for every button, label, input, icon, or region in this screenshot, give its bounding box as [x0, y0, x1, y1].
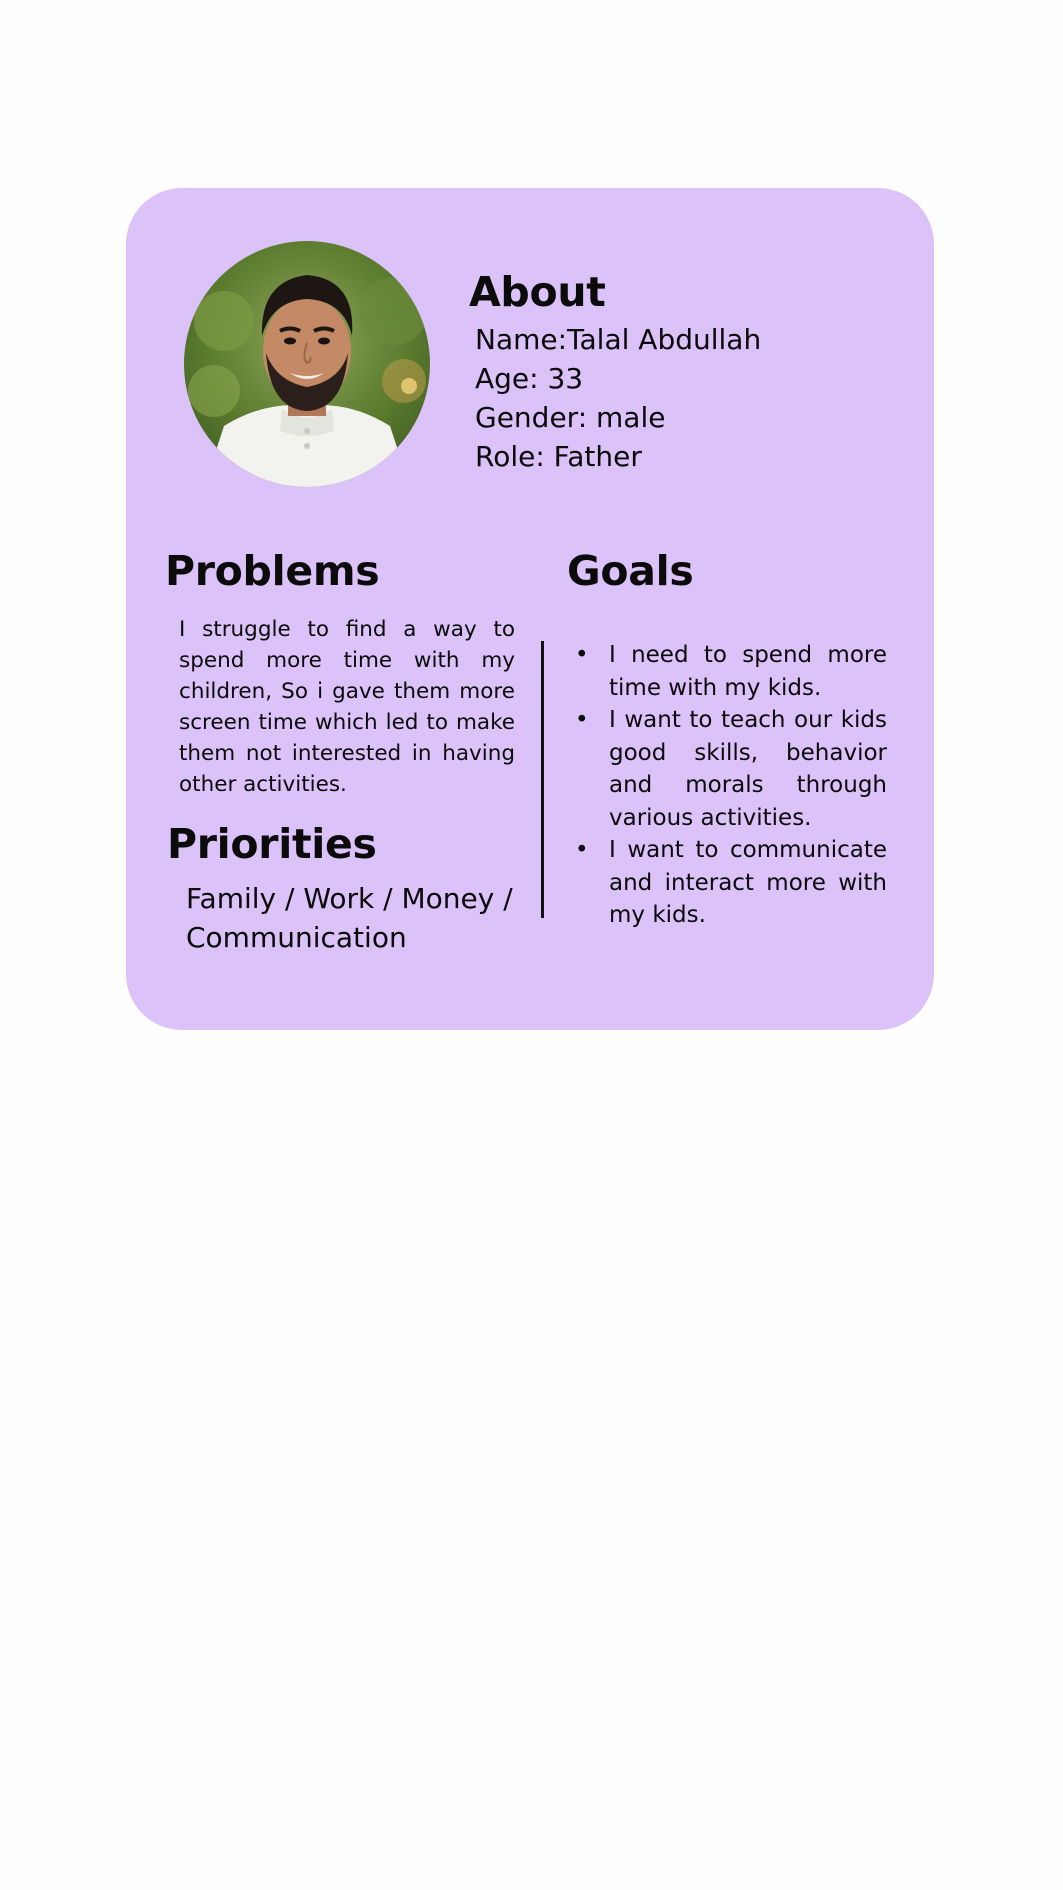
about-age: Age: 33: [475, 362, 584, 395]
about-details: Name:Talal Abdullah Age: 33 Gender: male…: [475, 320, 761, 476]
goal-text: I want to communicate and interact more …: [609, 837, 887, 928]
bullet-icon: •: [575, 707, 589, 733]
bullet-icon: •: [575, 837, 589, 863]
about-gender: Gender: male: [475, 401, 666, 434]
about-title: About: [469, 268, 606, 316]
goal-item: • I want to teach our kids good skills, …: [575, 704, 887, 834]
goals-title: Goals: [567, 547, 694, 595]
about-name: Name:Talal Abdullah: [475, 323, 762, 356]
avatar: [184, 241, 430, 487]
about-role: Role: Father: [475, 440, 642, 473]
goal-item: • I want to communicate and interact mor…: [575, 834, 887, 932]
bullet-icon: •: [575, 642, 589, 668]
column-divider: [541, 641, 544, 918]
problems-title: Problems: [165, 547, 380, 595]
goal-item: • I need to spend more time with my kids…: [575, 639, 887, 704]
goal-text: I want to teach our kids good skills, be…: [609, 707, 887, 831]
profile-photo: [184, 241, 430, 487]
priorities-title: Priorities: [167, 820, 377, 868]
goals-list: • I need to spend more time with my kids…: [575, 639, 887, 932]
problems-text: I struggle to find a way to spend more t…: [179, 617, 515, 797]
goal-text: I need to spend more time with my kids.: [609, 642, 887, 701]
priorities-text: Family / Work / Money / Communication: [186, 882, 513, 954]
